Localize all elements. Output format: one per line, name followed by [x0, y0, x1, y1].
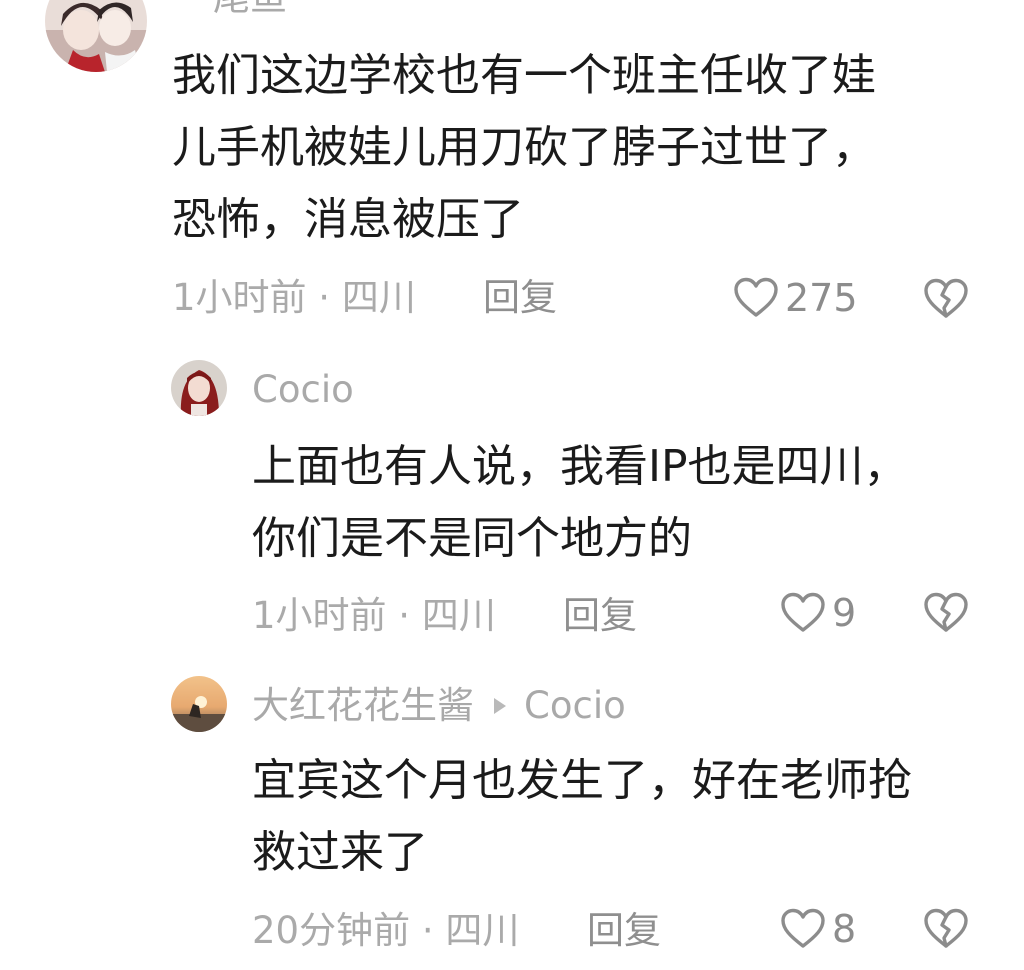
avatar[interactable]	[45, 0, 147, 72]
reply-button[interactable]: 回复	[483, 276, 557, 320]
dislike-button[interactable]	[923, 592, 969, 634]
reply-author-line: 大红花花生酱 Cocio	[252, 684, 626, 728]
reply-target-author[interactable]: Cocio	[524, 684, 626, 728]
heart-outline-icon	[780, 592, 832, 634]
heart-outline-icon	[733, 277, 785, 319]
dislike-button[interactable]	[923, 278, 969, 320]
like-count: 275	[785, 276, 858, 320]
avatar[interactable]	[171, 360, 227, 416]
reply-button[interactable]: 回复	[587, 909, 661, 953]
broken-heart-icon	[923, 592, 969, 634]
comment-author[interactable]: 大红花花生酱	[252, 684, 474, 728]
comment-author[interactable]: Cocio	[252, 368, 354, 412]
like-button[interactable]: 8	[780, 907, 856, 951]
like-count: 9	[832, 591, 857, 635]
broken-heart-icon	[923, 908, 969, 950]
comment-author[interactable]: 尾鱼	[213, 0, 287, 20]
reply-arrow-icon	[494, 698, 506, 714]
heart-outline-icon	[780, 908, 832, 950]
comment-text: 宜宾这个月也发生了，好在老师抢 救过来了	[252, 755, 912, 878]
comment-text: 我们这边学校也有一个班主任收了娃 儿手机被娃儿用刀砍了脖子过世了， 恐怖，消息被…	[172, 50, 876, 245]
broken-heart-icon	[923, 278, 969, 320]
comment-timestamp-location: 1小时前 · 四川	[252, 594, 496, 637]
avatar[interactable]	[171, 676, 227, 732]
reply-button[interactable]: 回复	[563, 594, 637, 638]
comment-timestamp-location: 1小时前 · 四川	[172, 276, 416, 319]
like-button[interactable]: 275	[733, 276, 858, 320]
like-count: 8	[832, 907, 857, 951]
comment-text: 上面也有人说，我看IP也是四川， 你们是不是同个地方的	[252, 441, 908, 564]
like-button[interactable]: 9	[780, 591, 856, 635]
dislike-button[interactable]	[923, 908, 969, 950]
comment-timestamp-location: 20分钟前 · 四川	[252, 909, 520, 952]
